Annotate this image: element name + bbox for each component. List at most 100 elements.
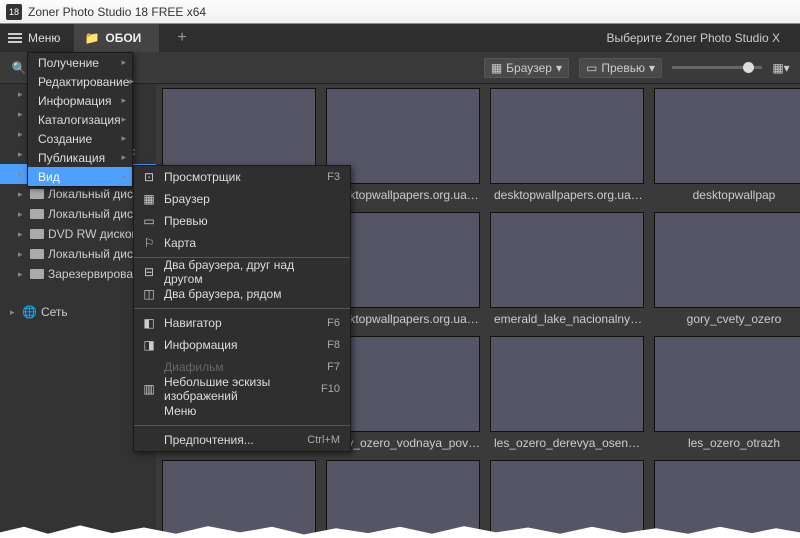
submenu-item-icon: ▦ bbox=[142, 192, 156, 206]
submenu-item-shortcut: F10 bbox=[321, 383, 340, 395]
thumbnail-caption: les_ozero_derevya_osen_nacion... bbox=[490, 436, 650, 450]
browser-mode-button[interactable]: ▦ Браузер ▾ bbox=[484, 58, 569, 78]
thumbnail-caption: emerald_lake_nacionalnyy_park... bbox=[490, 312, 650, 326]
menu-item[interactable]: Информация▸ bbox=[28, 91, 132, 110]
submenu-item[interactable]: ▦Браузер bbox=[134, 188, 350, 210]
submenu-arrow-icon: ▸ bbox=[121, 152, 126, 163]
submenu-item-shortcut: F3 bbox=[327, 171, 340, 183]
thumbnail-image bbox=[490, 460, 644, 538]
submenu-item-label: Диафильм bbox=[164, 360, 319, 374]
menu-item[interactable]: Получение▸ bbox=[28, 53, 132, 72]
thumbnail[interactable] bbox=[326, 460, 486, 538]
submenu-item[interactable]: Меню bbox=[134, 400, 350, 422]
submenu-item-shortcut: F8 bbox=[327, 339, 340, 351]
tree-item-label: Локальный дис bbox=[48, 207, 133, 221]
menu-bar: Меню 📁 ОБОИ + Выберите Zoner Photo Studi… bbox=[0, 24, 800, 52]
preview-mode-button[interactable]: ▭ Превью ▾ bbox=[579, 58, 662, 78]
submenu-item-label: Просмотрщик bbox=[164, 170, 319, 184]
thumbnail-caption: desktopwallpapers.org.ua-5367... bbox=[490, 188, 650, 202]
submenu-item[interactable]: ◨ИнформацияF8 bbox=[134, 334, 350, 356]
zoom-slider[interactable] bbox=[672, 66, 762, 69]
thumbnail-image bbox=[162, 460, 316, 538]
menu-item-label: Создание bbox=[38, 132, 92, 146]
disk-icon bbox=[30, 269, 44, 279]
submenu-item-shortcut: Ctrl+M bbox=[307, 434, 340, 446]
thumbnail[interactable] bbox=[490, 460, 650, 538]
preview-mode-label: Превью bbox=[601, 61, 645, 75]
disk-icon bbox=[30, 189, 44, 199]
submenu-item-label: Превью bbox=[164, 214, 332, 228]
thumbnail-image bbox=[490, 212, 644, 308]
menu-item-label: Каталогизация bbox=[38, 113, 121, 127]
window-title: Zoner Photo Studio 18 FREE x64 bbox=[28, 5, 206, 19]
thumbnail-image bbox=[654, 212, 800, 308]
tree-item-label: Локальный дис bbox=[48, 187, 133, 201]
thumbnail[interactable] bbox=[654, 460, 800, 538]
submenu-item-shortcut: F7 bbox=[327, 361, 340, 373]
submenu-item-icon: ◫ bbox=[142, 287, 156, 301]
submenu-item[interactable]: ⊟Два браузера, друг над другом bbox=[134, 261, 350, 283]
expand-arrow-icon: ▸ bbox=[18, 109, 26, 120]
submenu-item[interactable]: ⊡ Просмотрщик F3 bbox=[134, 166, 350, 188]
chevron-down-icon: ▾ bbox=[649, 61, 655, 75]
folder-icon: 📁 bbox=[84, 31, 99, 45]
thumbnail[interactable]: desktopwallpap bbox=[654, 88, 800, 210]
menu-item[interactable]: Каталогизация▸ bbox=[28, 110, 132, 129]
submenu-item[interactable]: ⚐Карта bbox=[134, 232, 350, 254]
expand-arrow-icon: ▸ bbox=[18, 229, 26, 240]
submenu-item-icon: ⊡ bbox=[142, 170, 156, 184]
menu-item[interactable]: Публикация ▸ bbox=[28, 148, 132, 167]
submenu-arrow-icon: ▸ bbox=[129, 76, 134, 87]
expand-arrow-icon: ▸ bbox=[18, 269, 26, 280]
hamburger-icon[interactable] bbox=[8, 33, 22, 43]
menu-item-label: Получение bbox=[38, 56, 99, 70]
thumbnail-image bbox=[326, 460, 480, 538]
thumb-size-icon[interactable]: ▦▾ bbox=[772, 59, 790, 77]
menu-item-label: Вид bbox=[38, 170, 60, 184]
submenu-item-icon: ▭ bbox=[142, 214, 156, 228]
menu-item-label: Публикация bbox=[38, 151, 105, 165]
thumbnail-image bbox=[490, 88, 644, 184]
main-menu-dropdown: Получение▸Редактирование▸Информация▸Ката… bbox=[27, 52, 133, 187]
add-tab-button[interactable]: + bbox=[177, 29, 186, 47]
image-icon: ▭ bbox=[586, 61, 597, 75]
submenu-arrow-icon: ▸ bbox=[121, 114, 126, 125]
submenu-item[interactable]: ◫ Два браузера, рядом bbox=[134, 283, 350, 305]
menu-item[interactable]: Редактирование▸ bbox=[28, 72, 132, 91]
menu-item-label: Редактирование bbox=[38, 75, 129, 89]
menu-item[interactable]: Создание ▸ bbox=[28, 129, 132, 148]
search-icon[interactable]: 🔍 bbox=[10, 59, 28, 77]
thumbnail[interactable]: gory_cvety_ozero bbox=[654, 212, 800, 334]
submenu-item-icon: ◧ bbox=[142, 316, 156, 330]
submenu-item-label: Два браузера, рядом bbox=[164, 287, 332, 301]
thumbnail-image bbox=[654, 460, 800, 538]
thumbnail[interactable]: les_ozero_otrazh bbox=[654, 336, 800, 458]
menu-item-label: Информация bbox=[38, 94, 111, 108]
thumbnail[interactable]: les_ozero_derevya_osen_nacion... bbox=[490, 336, 650, 458]
thumbnail[interactable]: emerald_lake_nacionalnyy_park... bbox=[490, 212, 650, 334]
submenu-item[interactable]: ▥Небольшие эскизы изображенийF10 bbox=[134, 378, 350, 400]
expand-arrow-icon: ▸ bbox=[10, 307, 18, 318]
menu-item[interactable]: Вид ▸ bbox=[28, 167, 132, 186]
expand-arrow-icon: ▸ bbox=[18, 169, 26, 180]
expand-arrow-icon: ▸ bbox=[18, 189, 26, 200]
submenu-item[interactable]: ◧НавигаторF6 bbox=[134, 312, 350, 334]
submenu-arrow-icon: ▸ bbox=[121, 133, 126, 144]
promo-link[interactable]: Выберите Zoner Photo Studio X bbox=[606, 31, 792, 45]
thumbnail-caption: desktopwallpap bbox=[654, 188, 800, 202]
thumbnail-caption: gory_cvety_ozero bbox=[654, 312, 800, 326]
thumbnail[interactable]: desktopwallpapers.org.ua-5367... bbox=[490, 88, 650, 210]
submenu-item-label: Меню bbox=[164, 404, 332, 418]
thumbnail[interactable] bbox=[162, 460, 322, 538]
submenu-item[interactable]: Предпочтения... Ctrl+M bbox=[134, 429, 350, 451]
tab-oboi[interactable]: 📁 ОБОИ bbox=[74, 24, 159, 52]
submenu-item-label: Предпочтения... bbox=[164, 433, 299, 447]
submenu-item[interactable]: ▭ Превью bbox=[134, 210, 350, 232]
thumbnail-image bbox=[654, 88, 800, 184]
menu-button[interactable]: Меню bbox=[28, 31, 60, 45]
menu-separator bbox=[134, 425, 350, 426]
submenu-item-label: Карта bbox=[164, 236, 332, 250]
submenu-arrow-icon: ▸ bbox=[121, 171, 126, 182]
window-titlebar: 18 Zoner Photo Studio 18 FREE x64 bbox=[0, 0, 800, 24]
tree-item-label: DVD RW дисков bbox=[48, 227, 138, 241]
